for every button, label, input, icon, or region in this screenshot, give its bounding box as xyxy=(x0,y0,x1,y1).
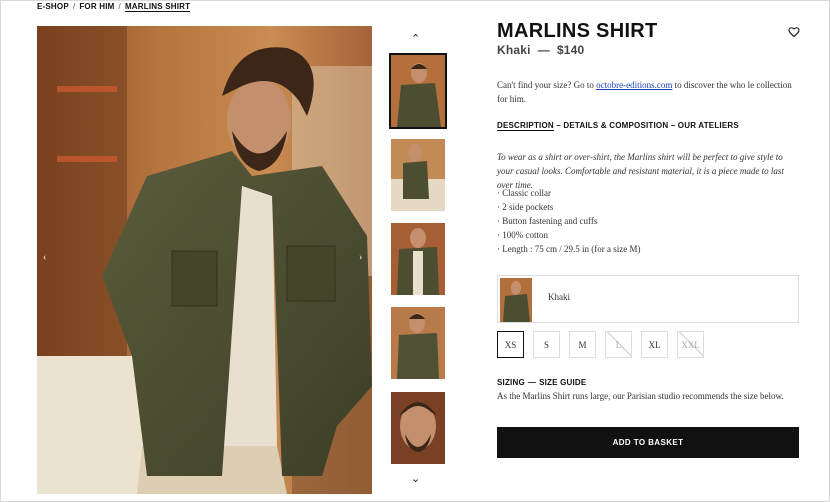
list-item: Button fastening and cuffs xyxy=(497,214,640,228)
product-title: MARLINS SHIRT xyxy=(497,20,658,42)
sizing-heading: SIZING — SIZE GUIDE xyxy=(497,378,586,387)
size-label: M xyxy=(578,339,587,350)
size-option-m[interactable]: M xyxy=(569,331,596,358)
breadcrumb-e-shop[interactable]: E-SHOP xyxy=(37,2,69,11)
size-label: XXL xyxy=(681,339,700,350)
octobre-link[interactable]: octobre-editions.com xyxy=(596,80,672,90)
breadcrumb: E-SHOP / FOR HIM / MARLINS SHIRT xyxy=(37,2,191,12)
sizing-label[interactable]: SIZING xyxy=(497,378,525,387)
thumbnail-5[interactable] xyxy=(391,392,445,464)
breadcrumb-for-him[interactable]: FOR HIM xyxy=(79,2,114,11)
thumbnail-image xyxy=(391,223,445,295)
product-info-tabs: DESCRIPTION – DETAILS & COMPOSITION – OU… xyxy=(497,121,739,131)
size-label: L xyxy=(615,339,622,350)
color-option-card[interactable]: Khaki xyxy=(497,275,799,323)
list-item: Classic collar xyxy=(497,186,640,200)
thumbnail-image xyxy=(391,55,445,127)
chevron-up-icon[interactable]: ⌃ xyxy=(411,32,420,45)
chevron-down-icon[interactable]: ⌄ xyxy=(411,472,420,485)
separator-dash: — xyxy=(537,43,550,57)
list-item: Length : 75 cm / 29.5 in (for a size M) xyxy=(497,242,640,256)
chevron-right-icon[interactable]: › xyxy=(359,252,362,263)
breadcrumb-separator: / xyxy=(72,2,76,11)
breadcrumb-current[interactable]: MARLINS SHIRT xyxy=(124,2,191,12)
thumbnail-2[interactable] xyxy=(391,139,445,211)
size-label: S xyxy=(543,339,549,350)
sizing-recommendation: As the Marlins Shirt runs large, our Par… xyxy=(497,391,784,401)
separator-dash: — xyxy=(527,378,537,387)
thumbnail-1[interactable] xyxy=(389,53,447,129)
thumbnail-3[interactable] xyxy=(391,223,445,295)
size-option-xxl[interactable]: XXL xyxy=(677,331,704,358)
main-product-photo[interactable]: ‹ › xyxy=(37,26,372,494)
size-hint-before: Can't find your size? Go to xyxy=(497,80,597,90)
tab-other[interactable]: – DETAILS & COMPOSITION – OUR ATELIERS xyxy=(554,121,739,130)
color-option-label: Khaki xyxy=(548,292,570,302)
thumbnail-4[interactable] xyxy=(391,307,445,379)
list-item: 100% cotton xyxy=(497,228,640,242)
list-item: 2 side pockets xyxy=(497,200,640,214)
thumbnail-image xyxy=(391,307,445,379)
add-to-basket-button[interactable]: ADD TO BASKET xyxy=(497,427,799,458)
size-option-xs[interactable]: XS xyxy=(497,331,524,358)
chevron-left-icon[interactable]: ‹ xyxy=(43,252,46,263)
color-and-price: Khaki — $140 xyxy=(497,43,584,57)
size-label: XL xyxy=(648,339,661,350)
size-label: XS xyxy=(504,339,517,350)
thumbnail-image xyxy=(391,392,445,464)
size-option-l[interactable]: L xyxy=(605,331,632,358)
man-in-khaki-shirt-photo xyxy=(37,26,372,494)
product-color: Khaki xyxy=(497,43,531,57)
color-swatch-image xyxy=(500,278,532,322)
size-guide-link[interactable]: SIZE GUIDE xyxy=(539,378,586,387)
tab-description[interactable]: DESCRIPTION xyxy=(497,121,554,131)
size-option-xl[interactable]: XL xyxy=(641,331,668,358)
thumbnail-image xyxy=(391,139,445,211)
size-hint: Can't find your size? Go to octobre-edit… xyxy=(497,78,797,106)
product-price: $140 xyxy=(556,43,585,57)
size-option-s[interactable]: S xyxy=(533,331,560,358)
feature-list: Classic collar 2 side pockets Button fas… xyxy=(497,186,640,256)
breadcrumb-separator: / xyxy=(118,2,121,11)
heart-icon[interactable] xyxy=(788,26,800,38)
